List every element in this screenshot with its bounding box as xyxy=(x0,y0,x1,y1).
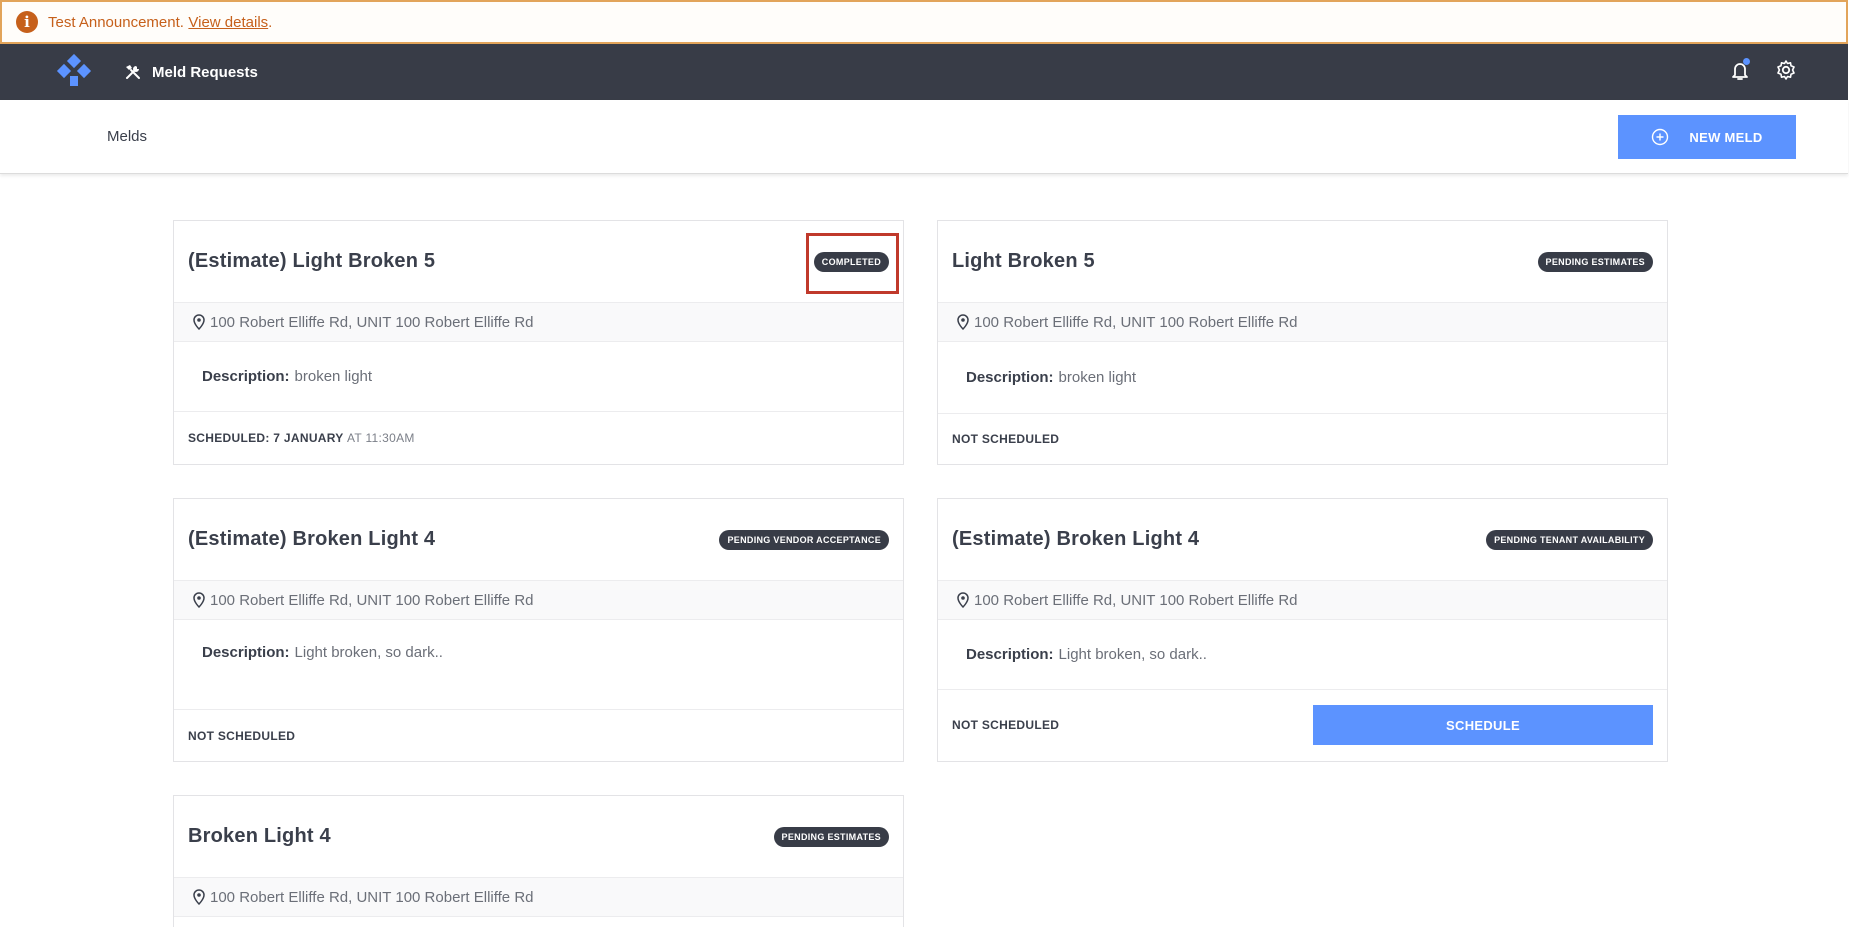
app-frame: i Test Announcement. View details. Meld … xyxy=(0,0,1851,927)
meld-address: 100 Robert Elliffe Rd, UNIT 100 Robert E… xyxy=(174,877,903,917)
schedule-status: NOT SCHEDULED xyxy=(952,718,1060,732)
meld-card[interactable]: (Estimate) Light Broken 5 COMPLETED 100 … xyxy=(173,220,904,465)
meld-card[interactable]: (Estimate) Broken Light 4 PENDING TENANT… xyxy=(937,498,1668,762)
status-badge: PENDING ESTIMATES xyxy=(773,826,889,847)
announcement-bar: i Test Announcement. View details. xyxy=(0,0,1848,44)
meld-address-text: 100 Robert Elliffe Rd, UNIT 100 Robert E… xyxy=(210,888,534,906)
location-pin-icon xyxy=(957,314,969,330)
schedule-status: NOT SCHEDULED xyxy=(188,728,296,743)
meld-address: 100 Robert Elliffe Rd, UNIT 100 Robert E… xyxy=(174,580,903,620)
schedule-status: SCHEDULED: 7 JANUARY AT 11:30AM xyxy=(188,431,415,445)
nav-meld-requests[interactable]: Meld Requests xyxy=(124,58,258,86)
nav-actions xyxy=(1728,58,1798,82)
meld-footer: NOT SCHEDULED xyxy=(938,414,1667,463)
meld-address-text: 100 Robert Elliffe Rd, UNIT 100 Robert E… xyxy=(210,591,534,609)
new-meld-button[interactable]: NEW MELD xyxy=(1618,115,1796,159)
meld-description: Description: broken light xyxy=(174,342,903,412)
meld-title[interactable]: (Estimate) Broken Light 4 xyxy=(188,528,435,551)
page-title: Melds xyxy=(107,128,148,145)
meld-address-text: 100 Robert Elliffe Rd, UNIT 100 Robert E… xyxy=(974,591,1298,609)
meld-description: Description: Light broken, so dark.. xyxy=(938,620,1667,690)
tools-icon xyxy=(126,65,140,79)
status-badge: PENDING TENANT AVAILABILITY xyxy=(1486,529,1653,550)
schedule-button[interactable]: SCHEDULE xyxy=(1313,705,1653,745)
schedule-status: NOT SCHEDULED xyxy=(952,431,1060,446)
view-details-link[interactable]: View details xyxy=(188,14,268,31)
description-text: broken light xyxy=(294,368,373,385)
meld-logo[interactable] xyxy=(56,54,92,90)
info-icon: i xyxy=(16,11,38,33)
meld-title[interactable]: (Estimate) Broken Light 4 xyxy=(952,528,1199,551)
description-label: Description: xyxy=(202,368,290,385)
description-label: Description: xyxy=(966,646,1054,663)
schedule-time: AT 11:30AM xyxy=(347,430,415,445)
highlight-box xyxy=(806,233,899,294)
meld-card[interactable]: (Estimate) Broken Light 4 PENDING VENDOR… xyxy=(173,498,904,762)
gear-icon[interactable] xyxy=(1774,58,1798,82)
meld-footer: NOT SCHEDULED xyxy=(174,710,903,761)
description-text: Light broken, so dark.. xyxy=(1058,646,1207,663)
bell-icon[interactable] xyxy=(1728,58,1752,82)
announcement-period: . xyxy=(268,13,273,31)
schedule-date: SCHEDULED: 7 JANUARY xyxy=(188,430,344,445)
description-text: broken light xyxy=(1058,369,1137,386)
location-pin-icon xyxy=(193,592,205,608)
meld-address: 100 Robert Elliffe Rd, UNIT 100 Robert E… xyxy=(938,580,1667,620)
location-pin-icon xyxy=(193,314,205,330)
meld-footer: NOT SCHEDULED SCHEDULE xyxy=(938,690,1667,760)
description-label: Description: xyxy=(202,644,290,661)
meld-address-text: 100 Robert Elliffe Rd, UNIT 100 Robert E… xyxy=(210,313,534,331)
top-nav: Meld Requests xyxy=(0,44,1848,100)
status-badge: PENDING ESTIMATES xyxy=(1537,251,1653,272)
meld-description: Description: broken light xyxy=(938,342,1667,414)
meld-title[interactable]: Broken Light 4 xyxy=(188,825,331,848)
meld-title[interactable]: (Estimate) Light Broken 5 xyxy=(188,250,435,273)
meld-card[interactable]: Broken Light 4 PENDING ESTIMATES 100 Rob… xyxy=(173,795,904,927)
meld-description: Description: Light broken, so dark.. xyxy=(174,620,903,710)
meld-address: 100 Robert Elliffe Rd, UNIT 100 Robert E… xyxy=(174,302,903,342)
meld-address: 100 Robert Elliffe Rd, UNIT 100 Robert E… xyxy=(938,302,1667,342)
notification-dot xyxy=(1743,58,1750,65)
location-pin-icon xyxy=(957,592,969,608)
meld-title[interactable]: Light Broken 5 xyxy=(952,250,1095,273)
location-pin-icon xyxy=(193,889,205,905)
new-meld-label: NEW MELD xyxy=(1689,129,1763,145)
announcement-message: Test Announcement. xyxy=(48,13,184,31)
description-text: Light broken, so dark.. xyxy=(294,644,443,661)
meld-card[interactable]: Light Broken 5 PENDING ESTIMATES 100 Rob… xyxy=(937,220,1668,465)
meld-address-text: 100 Robert Elliffe Rd, UNIT 100 Robert E… xyxy=(974,313,1298,331)
plus-circle-icon xyxy=(1652,128,1669,146)
nav-meld-requests-label: Meld Requests xyxy=(152,63,258,81)
page-header: Melds NEW MELD xyxy=(0,100,1848,174)
meld-footer: SCHEDULED: 7 JANUARY AT 11:30AM xyxy=(174,412,903,463)
status-badge: PENDING VENDOR ACCEPTANCE xyxy=(719,529,889,550)
description-label: Description: xyxy=(966,369,1054,386)
